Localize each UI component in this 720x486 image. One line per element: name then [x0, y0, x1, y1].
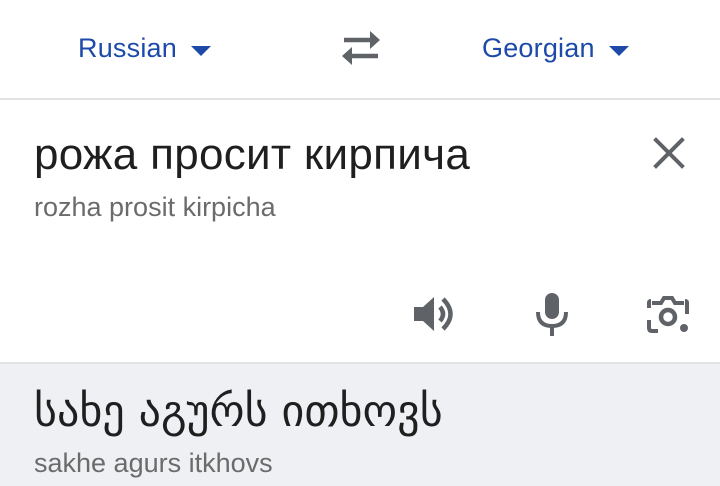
camera-lens-icon — [647, 296, 689, 333]
translated-text: სახე აგურს ითხოვს — [34, 386, 443, 437]
source-text[interactable]: рожа просит кирпича — [34, 130, 470, 180]
camera-translate-button[interactable] — [644, 290, 692, 338]
translation-result-area: სახე აგურს ითხოვს sakhe agurs itkhovs — [0, 364, 720, 486]
voice-input-button[interactable] — [528, 290, 576, 338]
swap-languages-button[interactable] — [334, 24, 388, 72]
source-transliteration: rozha prosit kirpicha — [34, 192, 276, 222]
target-language-button[interactable]: Georgian — [482, 28, 629, 68]
source-language-label: Russian — [78, 32, 177, 63]
close-icon — [653, 137, 685, 169]
source-language-button[interactable]: Russian — [78, 28, 211, 68]
microphone-icon — [536, 293, 568, 336]
listen-button[interactable] — [410, 290, 458, 338]
caret-down-icon — [190, 46, 211, 56]
target-language-label: Georgian — [482, 32, 595, 63]
speaker-icon — [414, 297, 453, 331]
clear-button[interactable] — [648, 132, 690, 174]
language-bar: Russian Georgian — [0, 0, 720, 100]
source-input-area[interactable]: рожа просит кирпича rozha prosit kirpich… — [0, 100, 720, 364]
caret-down-icon — [608, 46, 629, 56]
translated-transliteration: sakhe agurs itkhovs — [34, 448, 273, 478]
swap-arrows-icon — [342, 31, 380, 65]
